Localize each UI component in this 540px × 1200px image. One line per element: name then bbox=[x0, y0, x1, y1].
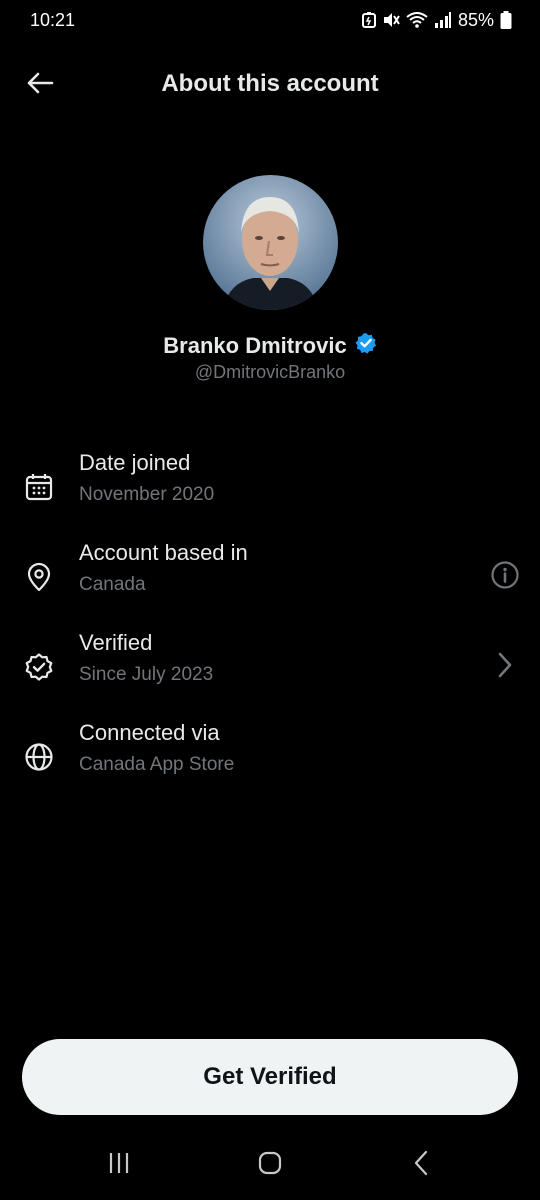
back-icon bbox=[412, 1150, 430, 1181]
home-button[interactable] bbox=[240, 1142, 300, 1188]
system-back-button[interactable] bbox=[391, 1142, 451, 1188]
info-icon bbox=[490, 560, 520, 595]
profile-handle: @DmitrovicBranko bbox=[194, 362, 346, 382]
location-pin-icon bbox=[22, 560, 56, 594]
page-title: About this account bbox=[161, 70, 379, 97]
battery-saver-icon bbox=[361, 12, 376, 28]
detail-title: Account based in bbox=[79, 540, 248, 565]
status-icons: 85% bbox=[361, 9, 512, 31]
detail-subtitle: Since July 2023 bbox=[79, 664, 214, 685]
chevron-right-icon bbox=[495, 651, 515, 684]
home-icon bbox=[257, 1150, 283, 1181]
wifi-icon bbox=[406, 12, 428, 28]
avatar[interactable] bbox=[203, 175, 338, 310]
status-bar: 10:21 85% bbox=[0, 0, 540, 40]
mute-icon bbox=[382, 12, 400, 28]
header: About this account bbox=[0, 56, 540, 114]
get-verified-button[interactable]: Get Verified bbox=[22, 1039, 518, 1115]
battery-percent: 85% bbox=[457, 9, 494, 30]
detail-title: Date joined bbox=[79, 450, 191, 475]
detail-row-verified[interactable]: Verified Since July 2023 bbox=[0, 630, 540, 710]
detail-row-account-based-in: Account based in Canada bbox=[0, 540, 540, 620]
chevron-button[interactable] bbox=[488, 650, 522, 684]
detail-row-connected-via: Connected via Canada App Store bbox=[0, 720, 540, 800]
system-nav-bar bbox=[0, 1132, 540, 1200]
detail-subtitle: Canada bbox=[79, 574, 146, 595]
calendar-icon bbox=[22, 470, 56, 504]
detail-title: Connected via bbox=[79, 720, 220, 745]
status-time: 10:21 bbox=[30, 9, 76, 30]
verified-badge-icon bbox=[22, 650, 56, 684]
profile-name-row: Branko Dmitrovic bbox=[0, 332, 540, 359]
detail-subtitle: Canada App Store bbox=[79, 754, 235, 775]
battery-icon bbox=[500, 11, 512, 29]
detail-row-date-joined: Date joined November 2020 bbox=[0, 450, 540, 530]
info-button[interactable] bbox=[488, 560, 522, 594]
detail-title: Verified bbox=[79, 630, 153, 655]
signal-icon bbox=[434, 12, 452, 28]
profile-name: Branko Dmitrovic bbox=[163, 332, 347, 358]
verified-checkmark-icon bbox=[355, 332, 377, 359]
globe-icon bbox=[22, 740, 56, 774]
recent-apps-button[interactable] bbox=[89, 1142, 149, 1188]
detail-subtitle: November 2020 bbox=[79, 484, 215, 505]
recent-apps-icon bbox=[107, 1151, 131, 1180]
